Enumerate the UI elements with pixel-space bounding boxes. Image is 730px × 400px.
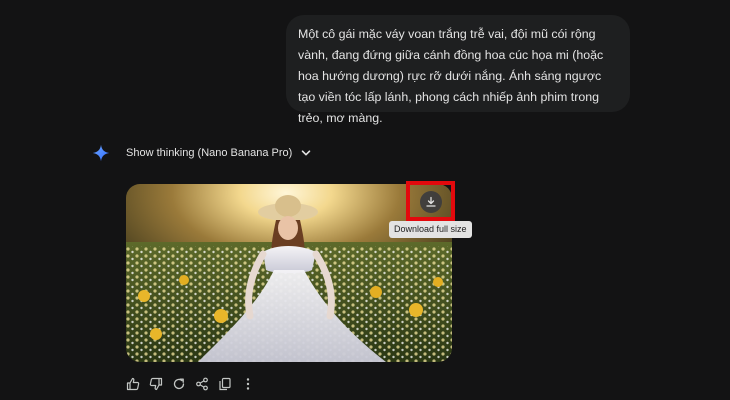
- generated-photo: [126, 184, 452, 362]
- show-thinking-button[interactable]: Show thinking (Nano Banana Pro): [126, 147, 312, 159]
- thumbs-up-button[interactable]: [126, 377, 140, 391]
- more-options-button[interactable]: [241, 377, 255, 391]
- gemini-spark-icon: [92, 144, 110, 162]
- thumbs-up-icon: [126, 377, 140, 391]
- regenerate-button[interactable]: [172, 377, 186, 391]
- show-thinking-label: Show thinking (Nano Banana Pro): [126, 147, 293, 159]
- download-tooltip: Download full size: [389, 221, 472, 238]
- user-prompt-bubble: Một cô gái mặc váy voan trắng trễ vai, đ…: [286, 15, 630, 125]
- copy-button[interactable]: [218, 377, 232, 391]
- response-header: Show thinking (Nano Banana Pro): [92, 142, 312, 164]
- share-icon: [196, 377, 208, 391]
- thumbs-down-button[interactable]: [149, 377, 163, 391]
- generated-image[interactable]: [126, 184, 452, 362]
- more-vert-icon: [246, 378, 250, 390]
- regenerate-icon: [173, 378, 185, 390]
- thumbs-down-icon: [149, 377, 163, 391]
- chevron-down-icon: [302, 150, 311, 156]
- download-highlight-box: [406, 181, 455, 221]
- user-prompt-text: Một cô gái mặc váy voan trắng trễ vai, đ…: [298, 27, 604, 125]
- response-actions: [126, 377, 255, 391]
- share-button[interactable]: [195, 377, 209, 391]
- copy-icon: [219, 377, 231, 391]
